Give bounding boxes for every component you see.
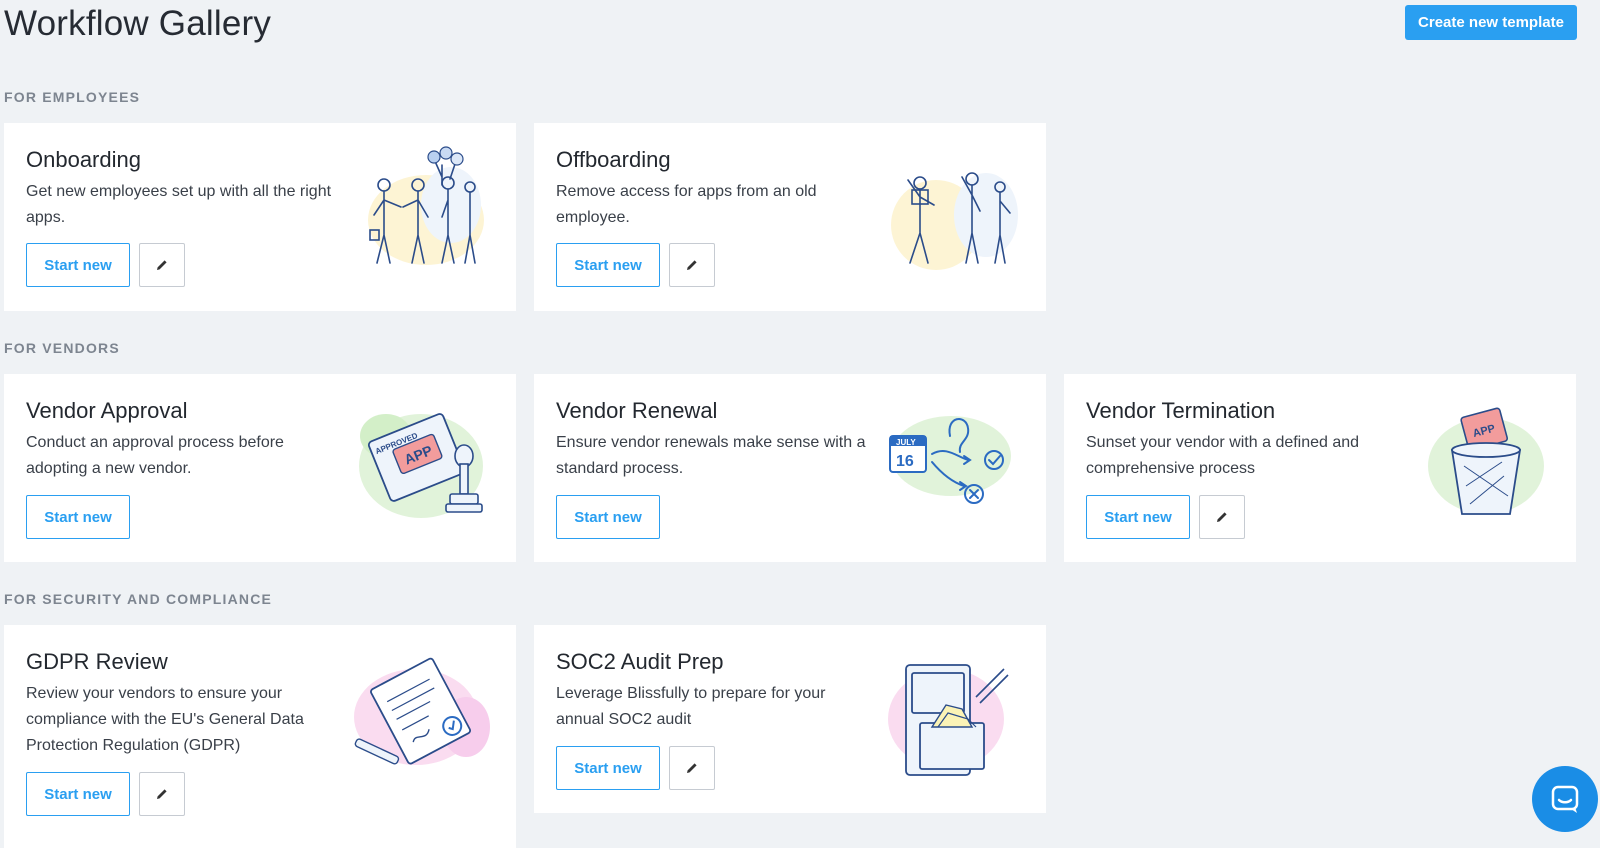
edit-template-button[interactable] [1199, 495, 1245, 539]
card-title: Vendor Renewal [556, 398, 718, 423]
waving-people-illustration [891, 172, 1018, 270]
card-title: Vendor Termination [1086, 398, 1276, 423]
card-title: Onboarding [26, 147, 141, 172]
start-new-button[interactable]: Start new [556, 495, 660, 539]
pencil-icon [157, 789, 167, 799]
calendar-decision-illustration: JULY 16 [889, 416, 1011, 504]
workflow-card-vendor-renewal: Vendor Renewal Ensure vendor renewals ma… [534, 374, 1046, 562]
edit-template-button[interactable] [669, 746, 715, 790]
pencil-icon [687, 260, 697, 270]
start-new-button[interactable]: Start new [26, 495, 130, 539]
file-cabinet-illustration [888, 664, 1009, 776]
workflow-card-soc2-audit-prep: SOC2 Audit Prep Leverage Blissfully to p… [534, 625, 1046, 813]
card-description: Sunset your vendor with a defined and co… [1086, 434, 1360, 477]
approved-stamp-illustration: APPROVED APP [359, 413, 483, 518]
edit-template-button[interactable] [139, 243, 185, 287]
start-new-button[interactable]: Start new [1086, 495, 1190, 539]
start-new-button[interactable]: Start new [556, 746, 660, 790]
page-title: Workflow Gallery [4, 4, 272, 43]
card-description: Ensure vendor renewals make sense with a… [556, 434, 866, 477]
workflow-card-gdpr-review: GDPR Review Review your vendors to ensur… [4, 625, 516, 848]
card-title: SOC2 Audit Prep [556, 649, 724, 674]
card-title: Vendor Approval [26, 398, 188, 423]
start-new-button[interactable]: Start new [26, 772, 130, 816]
card-description: Get new employees set up with all the ri… [26, 183, 332, 226]
chat-icon [1551, 785, 1579, 813]
section-label-employees: FOR EMPLOYEES [4, 89, 141, 105]
card-description: Remove access for apps from an old emplo… [556, 183, 817, 226]
workflow-card-vendor-approval: Vendor Approval Conduct an approval proc… [4, 374, 516, 562]
calendar-month-text: JULY [896, 438, 916, 447]
workflow-card-offboarding: Offboarding Remove access for apps from … [534, 123, 1046, 311]
start-new-button[interactable]: Start new [556, 243, 660, 287]
edit-template-button[interactable] [139, 772, 185, 816]
pencil-icon [687, 763, 697, 773]
edit-template-button[interactable] [669, 243, 715, 287]
section-label-security-compliance: FOR SECURITY AND COMPLIANCE [4, 591, 273, 607]
handshake-people-illustration [368, 146, 484, 265]
workflow-card-vendor-termination: Vendor Termination Sunset your vendor wi… [1064, 374, 1576, 562]
section-label-vendors: FOR VENDORS [4, 340, 120, 356]
trash-bin-illustration: APP [1428, 407, 1544, 515]
card-title: GDPR Review [26, 649, 168, 674]
calendar-day-text: 16 [896, 453, 914, 470]
signed-document-illustration [354, 657, 490, 765]
chat-launcher-button[interactable] [1532, 766, 1598, 832]
workflow-card-onboarding: Onboarding Get new employees set up with… [4, 123, 516, 311]
create-new-template-button[interactable]: Create new template [1405, 5, 1577, 40]
card-title: Offboarding [556, 147, 671, 172]
pencil-icon [157, 260, 167, 270]
card-description: Conduct an approval process before adopt… [26, 434, 284, 477]
start-new-button[interactable]: Start new [26, 243, 130, 287]
card-description: Review your vendors to ensure your compl… [26, 685, 304, 754]
pencil-icon [1217, 512, 1227, 522]
card-description: Leverage Blissfully to prepare for your … [556, 685, 826, 728]
